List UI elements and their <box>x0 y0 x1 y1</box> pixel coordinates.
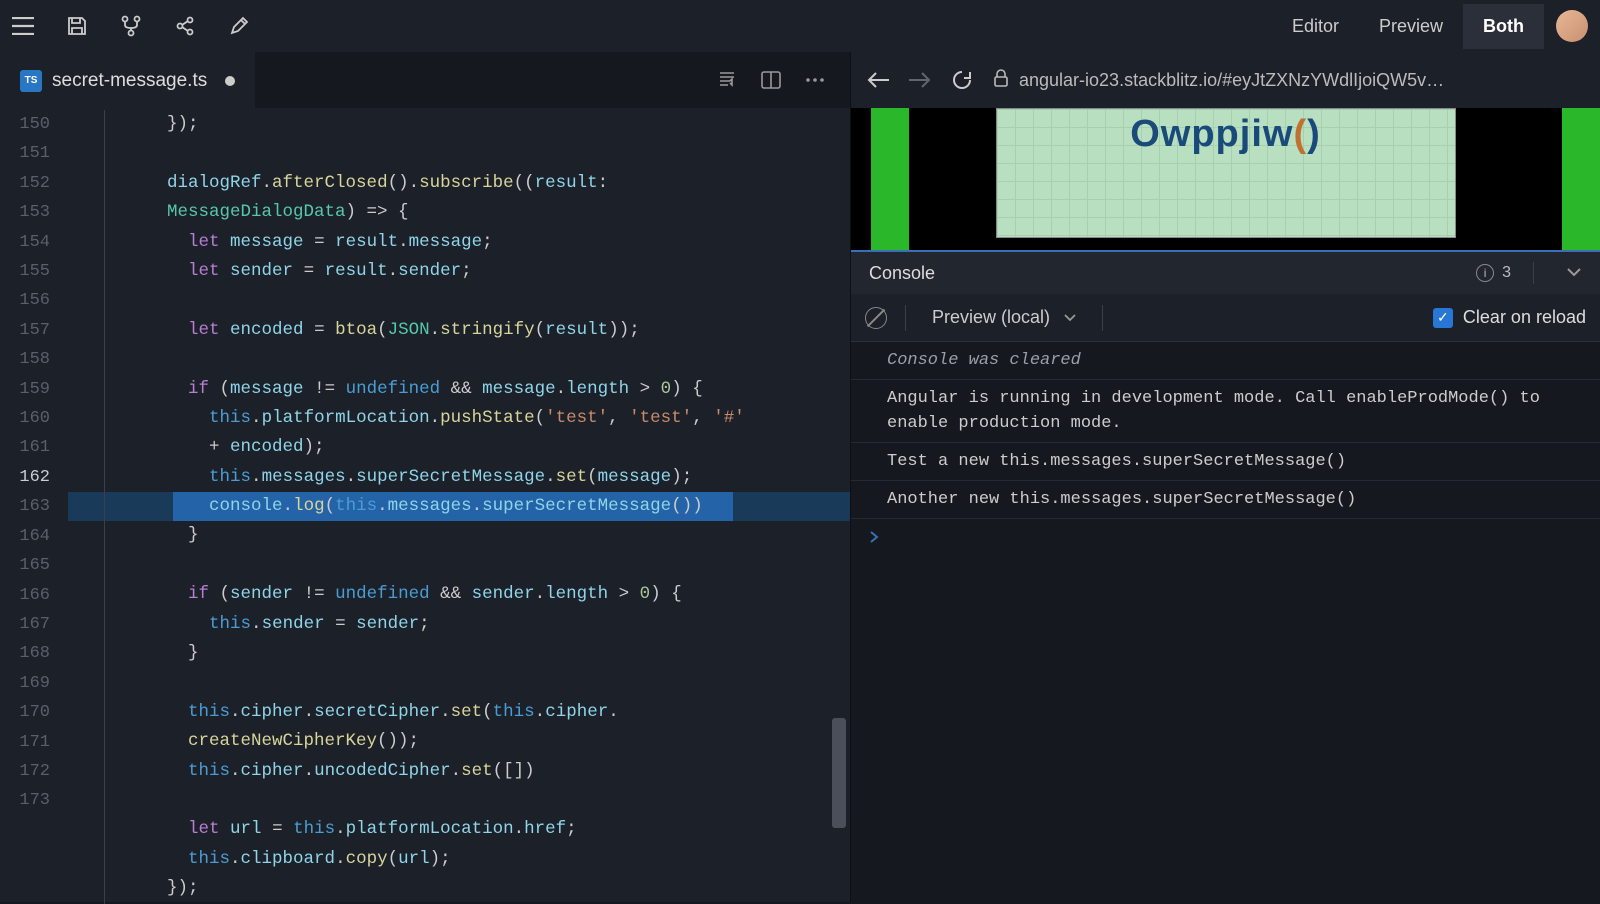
console-log-line: Angular is running in development mode. … <box>851 380 1600 443</box>
reload-icon[interactable] <box>951 69 973 91</box>
clear-console-icon[interactable] <box>865 307 887 329</box>
url-display[interactable]: angular-io23.stackblitz.io/#eyJtZXNzYWdl… <box>993 69 1584 92</box>
more-icon[interactable] <box>804 69 826 91</box>
console-header[interactable]: Console i 3 <box>851 250 1600 294</box>
save-icon[interactable] <box>66 15 88 37</box>
checkbox-checked-icon[interactable]: ✓ <box>1433 308 1453 328</box>
line-gutter: 1501511521531541551561571581591601611621… <box>0 108 68 902</box>
code-editor[interactable]: 1501511521531541551561571581591601611621… <box>0 108 850 902</box>
tab-bar: TS secret-message.ts <box>0 52 1600 108</box>
view-both-button[interactable]: Both <box>1463 4 1544 49</box>
console-body[interactable]: Console was clearedAngular is running in… <box>851 342 1600 902</box>
console-log-line: Test a new this.messages.superSecretMess… <box>851 443 1600 481</box>
nav-back-icon[interactable] <box>867 69 889 91</box>
nav-forward-icon[interactable] <box>909 69 931 91</box>
info-icon: i <box>1476 264 1494 282</box>
console-prompt[interactable] <box>851 519 1600 560</box>
view-editor-button[interactable]: Editor <box>1272 4 1359 49</box>
hamburger-icon[interactable] <box>12 15 34 37</box>
preview-address-bar: angular-io23.stackblitz.io/#eyJtZXNzYWdl… <box>850 52 1600 108</box>
console-log-line: Console was cleared <box>851 342 1600 380</box>
code-content[interactable]: }); dialogRef.afterClosed().subscribe((r… <box>68 108 850 902</box>
preview-frame: Owppjiw() <box>851 108 1600 250</box>
console-log-line: Another new this.messages.superSecretMes… <box>851 481 1600 519</box>
avatar[interactable] <box>1556 10 1588 42</box>
top-toolbar: Editor Preview Both <box>0 0 1600 52</box>
console-scope-select[interactable]: Preview (local) <box>924 307 1084 328</box>
chevron-down-icon[interactable] <box>1566 264 1582 282</box>
preview-card: Owppjiw() <box>996 108 1456 238</box>
editor-scrollbar[interactable] <box>832 718 846 828</box>
preview-text: Owppjiw() <box>1130 113 1321 237</box>
console-count: 3 <box>1502 264 1511 282</box>
typescript-icon: TS <box>20 70 42 92</box>
split-editor-icon[interactable] <box>760 69 782 91</box>
file-tab[interactable]: TS secret-message.ts <box>0 52 255 108</box>
file-name: secret-message.ts <box>52 70 207 92</box>
clear-on-reload-toggle[interactable]: ✓ Clear on reload <box>1433 307 1586 328</box>
fork-icon[interactable] <box>120 15 142 37</box>
format-icon[interactable] <box>716 69 738 91</box>
lock-icon <box>993 69 1009 92</box>
console-toolbar: Preview (local) ✓ Clear on reload <box>851 294 1600 342</box>
console-title: Console <box>869 263 935 284</box>
share-icon[interactable] <box>174 15 196 37</box>
url-text: angular-io23.stackblitz.io/#eyJtZXNzYWdl… <box>1019 70 1444 91</box>
edit-icon[interactable] <box>228 15 250 37</box>
unsaved-indicator-icon <box>225 76 235 86</box>
view-preview-button[interactable]: Preview <box>1359 4 1463 49</box>
